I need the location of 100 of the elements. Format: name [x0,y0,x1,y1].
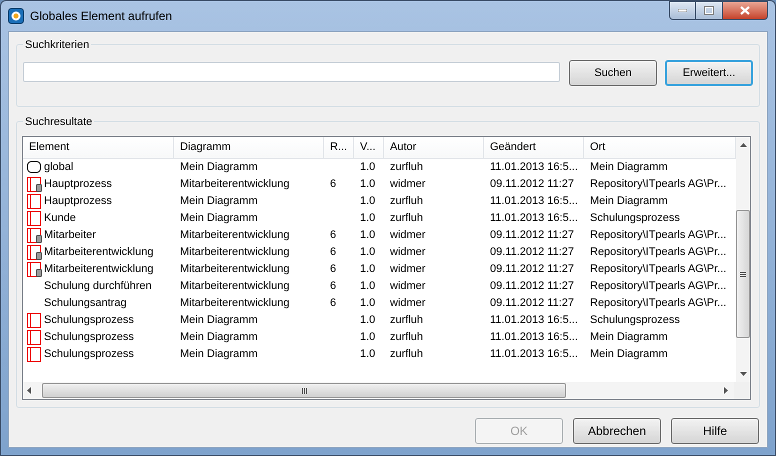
table-cell-text: Repository\ITpearls AG\Pr... [590,279,726,294]
table-cell-text: Mitarbeiterentwicklung [180,262,290,278]
table-cell-text: zurfluh [390,330,424,346]
grip-icon [740,272,746,276]
table-cell-text: Schulungsprozess [44,313,134,328]
scroll-right-icon[interactable] [724,387,728,394]
search-action-button[interactable]: Erweitert... [665,60,753,86]
vertical-scrollbar[interactable] [736,137,750,382]
table-cell-text: Mein Diagramm [590,347,668,362]
table-cell-text: 6 [330,279,336,294]
table-cell-text: 1.0 [360,330,376,346]
table-cell-text: Repository\ITpearls AG\Pr... [590,296,726,312]
table-cell-text: Hauptprozess [44,194,112,210]
table-cell-text: 09.11.2012 11:27 [490,177,574,192]
scrollbar-corner [734,382,750,399]
table-cell-text: Mein Diagramm [590,330,668,346]
table-cell-text: Schulungsprozess [44,330,134,346]
table-cell-text: global [44,160,74,176]
table-cell-text: widmer [390,279,426,294]
column-header[interactable]: Element [23,137,174,159]
table-cell-text: 1.0 [360,245,376,260]
table-cell-text: Mein Diagramm [180,347,258,362]
close-icon [740,6,750,15]
table-cell-text: zurfluh [390,313,424,328]
table-cell-text: Repository\ITpearls AG\Pr... [590,177,726,192]
column-header[interactable]: Geändert [484,137,584,159]
table-cell-text: Mein Diagramm [180,160,258,176]
table-cell-text: 1.0 [360,194,376,210]
table-cell-text: Mein Diagramm [590,194,668,210]
close-button[interactable] [722,1,768,20]
table-cell-text: 1.0 [360,211,376,226]
table-cell-text: Mitarbeiterentwicklung [44,262,154,278]
table-cell-text: 09.11.2012 11:27 [490,262,574,278]
table-cell-text: Schulungsprozess [44,347,134,362]
table-cell-text: widmer [390,228,426,244]
table-cell-text: zurfluh [390,347,424,362]
restore-icon [704,6,714,15]
table-cell-text: widmer [390,296,426,312]
table-cell-text: 11.01.2013 16:5... [490,347,578,362]
table-cell-text: Repository\ITpearls AG\Pr... [590,245,726,260]
table-cell-text: Schulung durchführen [44,279,152,294]
table-cell-text: 09.11.2012 11:27 [490,296,574,312]
table-cell-text: 1.0 [360,313,376,328]
table-cell-text: widmer [390,245,426,260]
scroll-down-icon[interactable] [740,372,746,376]
table-cell-text: 11.01.2013 16:5... [490,160,578,176]
table-cell-text: Mein Diagramm [180,194,258,210]
table-cell-text: Mitarbeiterentwicklung [180,296,290,312]
scroll-left-icon[interactable] [27,387,31,394]
table-cell-text: Mein Diagramm [180,211,258,226]
table-cell-text: Mitarbeiterentwicklung [180,245,290,260]
table-cell-text: Mitarbeiterentwicklung [180,228,290,244]
table-cell-text: 6 [330,262,336,278]
horizontal-scrollbar[interactable] [23,382,734,399]
table-cell-text: 6 [330,228,336,244]
table-cell-text: 1.0 [360,296,376,312]
column-header[interactable]: Diagramm [174,137,324,159]
table-cell-text: Schulungsprozess [590,211,680,226]
search-action-button[interactable]: Suchen [569,60,657,86]
search-field[interactable] [23,62,560,82]
table-cell-text: 11.01.2013 16:5... [490,194,578,210]
table-cell-text: widmer [390,262,426,278]
table-cell-text: Mein Diagramm [180,330,258,346]
table-cell-text: zurfluh [390,160,424,176]
table-cell-text: 1.0 [360,177,376,192]
column-header[interactable]: Autor [384,137,484,159]
table-cell-text: 6 [330,296,336,312]
maximize-button[interactable] [696,1,722,20]
scroll-thumb[interactable] [42,383,566,398]
table-cell-text: Mein Diagramm [590,160,668,176]
table-cell-text: Schulungsantrag [44,296,127,312]
app-icon [8,8,24,24]
table-cell-text: 1.0 [360,228,376,244]
table-cell-text: 6 [330,245,336,260]
table-cell-text: Repository\ITpearls AG\Pr... [590,228,726,244]
table-cell-text: Schulungsprozess [590,313,680,328]
table-cell-text: 1.0 [360,160,376,176]
minimize-button[interactable] [669,1,696,20]
table-cell-text: 1.0 [360,347,376,362]
table-cell-text: 1.0 [360,279,376,294]
table-cell-text: 09.11.2012 11:27 [490,228,574,244]
window-title: Globales Element aufrufen [30,8,172,25]
table-cell-text: 11.01.2013 16:5... [490,211,578,226]
table-cell-text: Repository\ITpearls AG\Pr... [590,262,726,278]
grip-icon [302,388,306,394]
table-cell-text: widmer [390,177,426,192]
table-cell-text: Mitarbeiter [44,228,96,244]
table-cell-text: Kunde [44,211,76,226]
table-cell-text: 11.01.2013 16:5... [490,313,578,328]
table-cell-text: Mitarbeiterentwicklung [44,245,154,260]
table-cell-text: zurfluh [390,194,424,210]
table-cell-text: zurfluh [390,211,424,226]
dialog-button[interactable]: Abbrechen [573,418,661,444]
scroll-up-icon[interactable] [740,143,746,147]
table-cell-text: Hauptprozess [44,177,112,192]
scroll-thumb[interactable] [736,210,750,338]
dialog-button[interactable]: Hilfe [671,418,759,444]
column-header[interactable]: R... [324,137,354,159]
column-header[interactable]: V... [354,137,384,159]
column-header[interactable]: Ort [584,137,736,159]
